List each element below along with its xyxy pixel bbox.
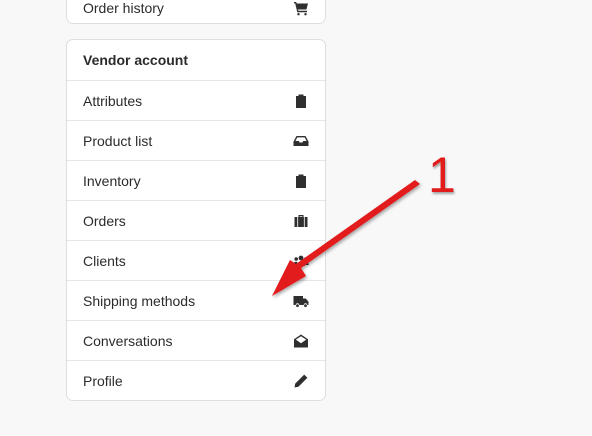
vendor-account-header: Vendor account [67,40,325,80]
inbox-icon [293,133,309,149]
menu-item-clients[interactable]: Clients [67,240,325,280]
clipboard-icon [293,93,309,109]
menu-item-profile[interactable]: Profile [67,360,325,400]
menu-item-label: Inventory [83,172,141,189]
menu-item-inventory[interactable]: Inventory [67,160,325,200]
menu-header-label: Vendor account [83,52,189,68]
suitcase-icon [293,213,309,229]
cart-icon [293,0,309,16]
pencil-icon [293,373,309,389]
menu-item-label: Orders [83,212,126,229]
clipboard-icon [293,173,309,189]
users-icon [293,253,309,269]
account-menu-card: Order history [66,0,326,24]
menu-item-label: Profile [83,372,123,389]
menu-item-shipping-methods[interactable]: Shipping methods [67,280,325,320]
menu-item-label: Conversations [83,332,173,349]
menu-item-label: Shipping methods [83,292,196,309]
truck-icon [293,293,309,309]
vendor-account-menu: Vendor account Attributes Product list I… [66,39,326,401]
menu-item-attributes[interactable]: Attributes [67,80,325,120]
menu-item-label: Product list [83,132,153,149]
menu-item-product-list[interactable]: Product list [67,120,325,160]
menu-item-order-history[interactable]: Order history [67,0,325,23]
annotation-number: 1 [428,147,456,203]
menu-item-orders[interactable]: Orders [67,200,325,240]
menu-item-label: Order history [83,0,164,16]
menu-item-label: Attributes [83,92,143,109]
menu-item-conversations[interactable]: Conversations [67,320,325,360]
envelope-open-icon [293,333,309,349]
menu-item-label: Clients [83,252,126,269]
